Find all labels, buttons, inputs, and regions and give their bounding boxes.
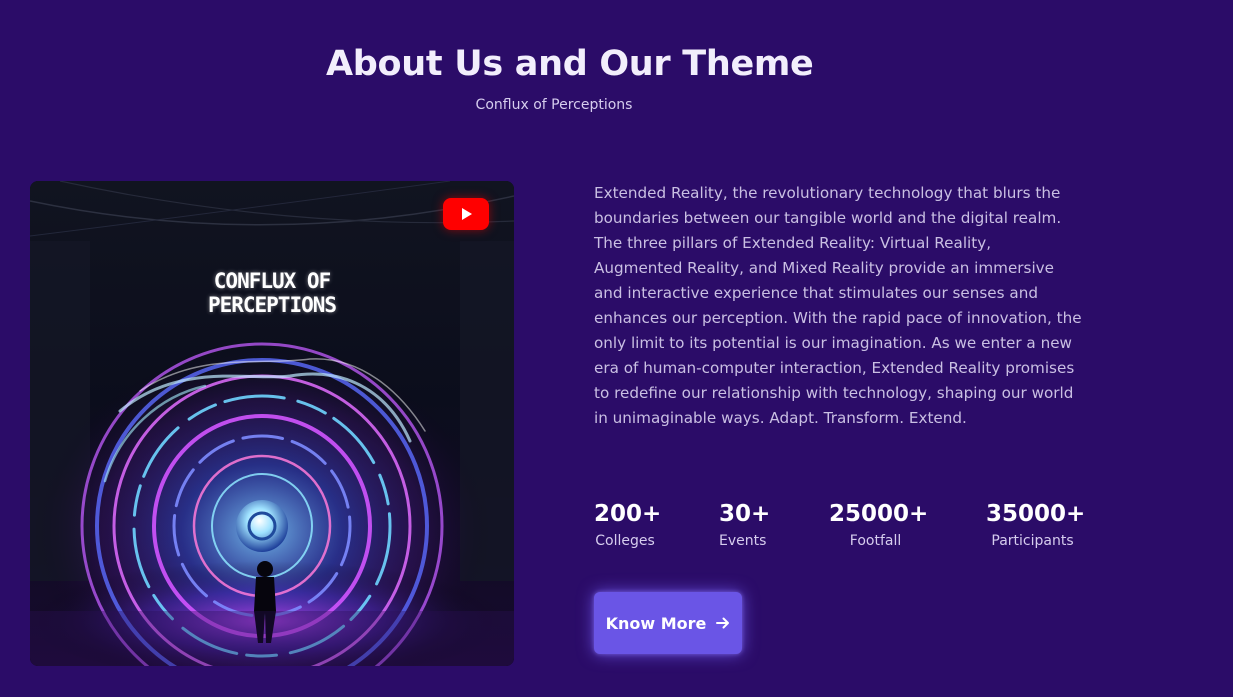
youtube-play-icon: [462, 208, 472, 220]
youtube-play-button[interactable]: [443, 198, 489, 230]
portal-artwork: [30, 181, 514, 666]
stat-label: Events: [719, 533, 767, 549]
about-paragraph: Extended Reality, the revolutionary tech…: [594, 184, 1082, 427]
stat-value: 25000+: [829, 501, 929, 527]
section-title: About Us and Our Theme: [326, 44, 814, 84]
know-more-button[interactable]: Know More: [594, 592, 742, 654]
stat-value: 30+: [719, 501, 771, 527]
stat-label: Participants: [991, 533, 1074, 549]
know-more-label: Know More: [605, 613, 707, 633]
about-section: About Us and Our Theme Conflux of Percep…: [0, 0, 1233, 697]
stat-label: Footfall: [849, 533, 902, 549]
stat-label: Colleges: [595, 533, 655, 549]
stat-colleges: 200+ Colleges: [594, 499, 662, 551]
poster-title: CONFLUX OF PERCEPTIONS: [207, 269, 337, 317]
video-poster[interactable]: CONFLUX OF PERCEPTIONS: [30, 181, 514, 666]
stat-value: 35000+: [986, 501, 1086, 527]
stat-events: 30+ Events: [719, 499, 771, 551]
stat-participants: 35000+ Participants: [986, 499, 1086, 551]
section-subtitle: Conflux of Perceptions: [475, 97, 633, 113]
stat-footfall: 25000+ Footfall: [829, 499, 929, 551]
arrow-right-icon: [716, 617, 730, 629]
stat-value: 200+: [594, 501, 662, 527]
